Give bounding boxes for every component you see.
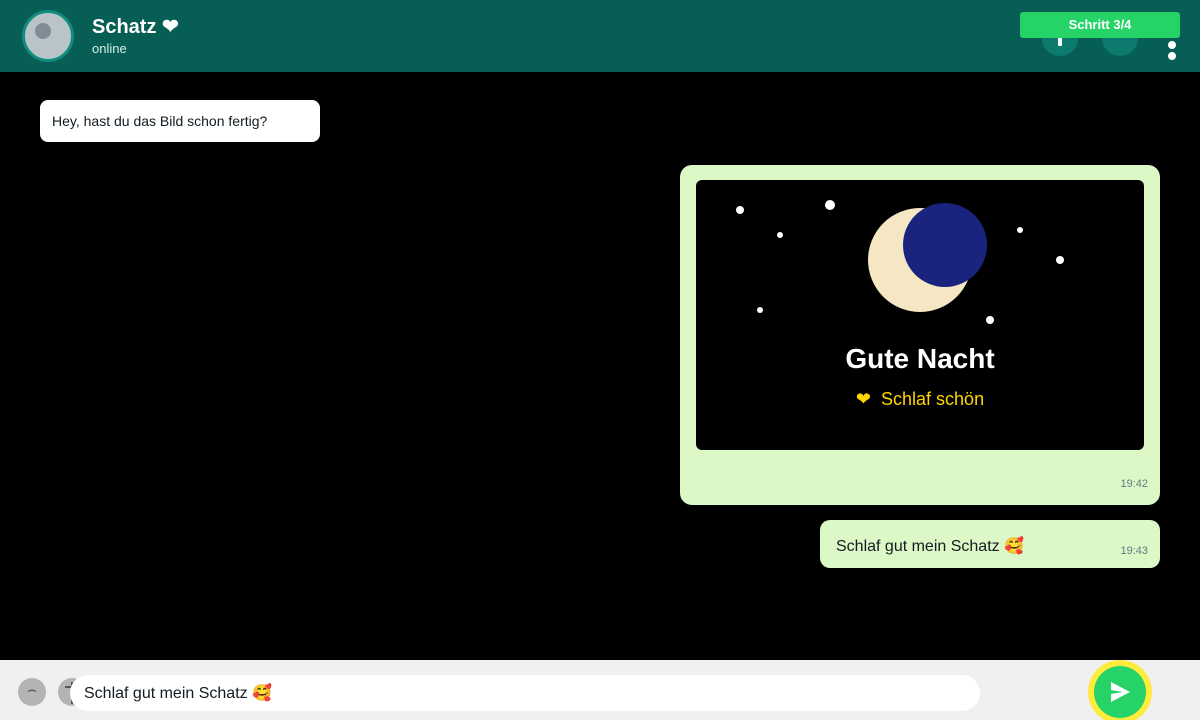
message-composer: ⌢ bbox=[0, 660, 1200, 720]
outgoing-image-message[interactable]: Gute Nacht ❤ Schlaf schön 19:42 bbox=[680, 165, 1160, 505]
message-time: 19:42 bbox=[1120, 478, 1148, 490]
moon-shadow bbox=[903, 203, 987, 287]
message-time: 19:43 bbox=[1120, 545, 1148, 557]
star bbox=[777, 232, 783, 238]
star bbox=[986, 316, 994, 324]
message-input[interactable] bbox=[70, 675, 980, 711]
emoji-icon[interactable]: ⌢ bbox=[18, 678, 46, 706]
goodnight-image[interactable]: Gute Nacht ❤ Schlaf schön bbox=[696, 180, 1144, 450]
chat-app: Schatz ❤ online Schritt 3/4 Hey, hast du… bbox=[0, 0, 1200, 720]
star bbox=[1056, 256, 1064, 264]
image-subtitle-row: ❤ Schlaf schön bbox=[696, 389, 1144, 410]
outgoing-message-text: Schlaf gut mein Schatz 🥰 bbox=[836, 538, 1025, 555]
send-button-circle bbox=[1094, 666, 1146, 718]
contact-name[interactable]: Schatz ❤ bbox=[92, 14, 179, 39]
contact-avatar[interactable] bbox=[22, 10, 74, 62]
star bbox=[825, 200, 835, 210]
star bbox=[1017, 227, 1023, 233]
star bbox=[736, 206, 744, 214]
star bbox=[757, 307, 763, 313]
step-badge: Schritt 3/4 bbox=[1020, 12, 1180, 38]
image-title: Gute Nacht bbox=[845, 343, 995, 374]
avatar-head-shape bbox=[35, 23, 51, 39]
incoming-message[interactable]: Hey, hast du das Bild schon fertig? bbox=[40, 100, 320, 142]
send-icon bbox=[1111, 682, 1130, 702]
contact-status: online bbox=[92, 41, 127, 56]
kebab-dot bbox=[1168, 52, 1176, 60]
heart-icon: ❤ bbox=[855, 389, 872, 409]
chat-header: Schatz ❤ online Schritt 3/4 bbox=[0, 0, 1200, 72]
kebab-dot bbox=[1168, 41, 1176, 49]
outgoing-message[interactable]: Schlaf gut mein Schatz 🥰 19:43 bbox=[820, 520, 1160, 568]
send-button[interactable] bbox=[1088, 660, 1152, 720]
image-subtitle: Schlaf schön bbox=[881, 389, 985, 409]
